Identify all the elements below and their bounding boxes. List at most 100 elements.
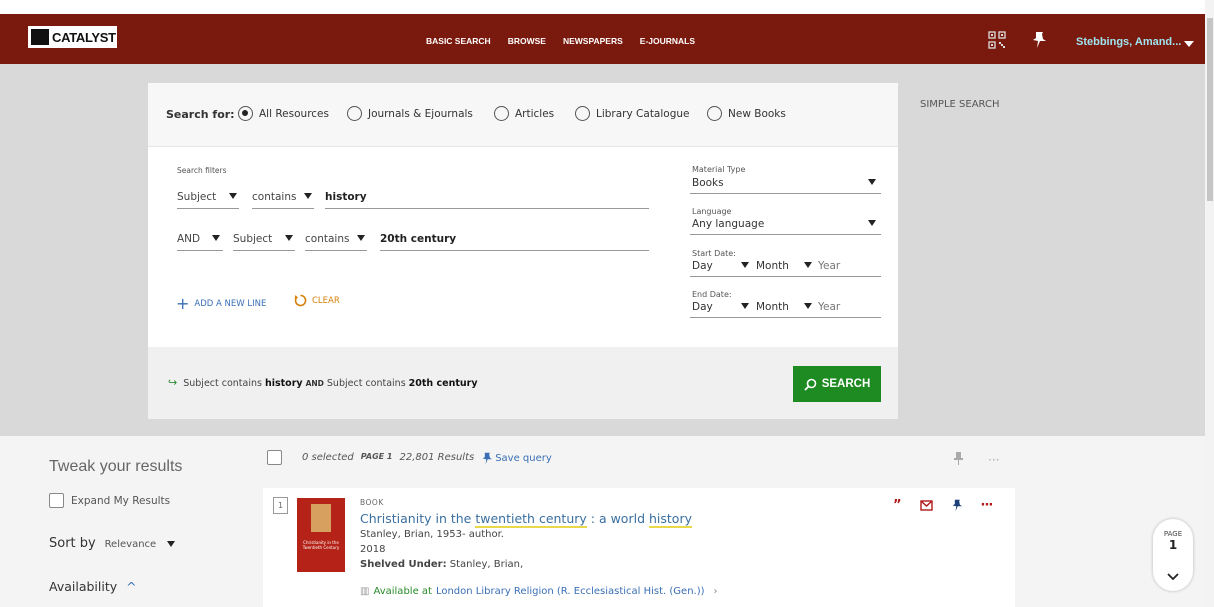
chevron-down-icon[interactable] bbox=[741, 262, 749, 268]
nav-newspapers[interactable]: NEWSPAPERS bbox=[563, 36, 623, 46]
result-item[interactable]: 1 Christianity in the Twentieth Century … bbox=[263, 488, 1015, 607]
line1-field-underline bbox=[177, 208, 239, 209]
chevron-down-icon[interactable] bbox=[868, 220, 876, 226]
availability-facet[interactable]: Availability ^ bbox=[49, 579, 137, 594]
add-new-line-button[interactable]: + ADD A NEW LINE bbox=[176, 296, 266, 312]
scope-articles[interactable]: Articles bbox=[494, 106, 554, 121]
scroll-down-button[interactable] bbox=[1153, 562, 1193, 592]
end-year-input[interactable]: Year bbox=[818, 301, 840, 313]
radio-icon bbox=[347, 106, 362, 121]
radio-selected-icon bbox=[238, 106, 253, 121]
start-month-select[interactable]: Month bbox=[756, 260, 789, 272]
result-actions: ” ··· bbox=[893, 498, 994, 513]
page-indicator[interactable]: PAGE 1 bbox=[1153, 519, 1193, 591]
result-title-link[interactable]: Christianity in the twentieth century : … bbox=[360, 511, 692, 528]
chevron-up-icon: ^ bbox=[126, 579, 137, 594]
pin-icon[interactable] bbox=[1031, 31, 1047, 49]
language-select[interactable]: Any language bbox=[692, 218, 764, 230]
nav-browse[interactable]: BROWSE bbox=[508, 36, 546, 46]
email-icon[interactable] bbox=[919, 500, 933, 511]
start-date-label: Start Date: bbox=[692, 249, 736, 258]
reset-icon bbox=[294, 294, 307, 307]
chevron-down-icon[interactable] bbox=[868, 179, 876, 185]
scope-all-resources[interactable]: All Resources bbox=[238, 106, 329, 121]
simple-search-link[interactable]: SIMPLE SEARCH bbox=[920, 99, 999, 110]
line1-op-underline bbox=[252, 208, 314, 209]
user-menu[interactable]: Stebbings, Amand... bbox=[1076, 36, 1181, 48]
logo-text: CATALYST bbox=[52, 29, 116, 45]
more-options-icon[interactable]: ··· bbox=[988, 453, 999, 467]
line2-field-select[interactable]: Subject bbox=[233, 233, 272, 245]
radio-icon bbox=[494, 106, 509, 121]
tweak-results-title: Tweak your results bbox=[49, 458, 183, 475]
chevron-down-icon[interactable] bbox=[212, 235, 220, 241]
chevron-down-icon[interactable] bbox=[304, 193, 312, 199]
start-year-input[interactable]: Year bbox=[818, 260, 840, 272]
sort-by-control[interactable]: Sort by Relevance bbox=[49, 536, 156, 551]
chevron-right-icon: › bbox=[713, 586, 718, 597]
result-number: 1 bbox=[273, 497, 288, 514]
scope-journals[interactable]: Journals & Ejournals bbox=[347, 106, 473, 121]
line2-input-underline bbox=[380, 250, 649, 251]
start-date-underline bbox=[690, 276, 881, 277]
start-day-select[interactable]: Day bbox=[692, 260, 713, 272]
chevron-down-icon bbox=[1167, 573, 1179, 581]
scope-library-catalogue[interactable]: Library Catalogue bbox=[575, 106, 690, 121]
line2-bool-select[interactable]: AND bbox=[177, 233, 200, 245]
search-button[interactable]: SEARCH bbox=[793, 366, 881, 402]
pin-icon[interactable] bbox=[951, 499, 963, 512]
result-shelved: Shelved Under: Stanley, Brian, bbox=[360, 559, 524, 570]
scope-new-books[interactable]: New Books bbox=[707, 106, 786, 121]
clear-button[interactable]: CLEAR bbox=[294, 294, 340, 307]
chevron-down-icon[interactable] bbox=[804, 303, 812, 309]
select-all-checkbox[interactable] bbox=[267, 450, 282, 465]
chevron-down-icon[interactable] bbox=[285, 235, 293, 241]
end-date-underline bbox=[690, 317, 881, 318]
plus-icon: + bbox=[176, 294, 190, 313]
end-month-select[interactable]: Month bbox=[756, 301, 789, 313]
result-author: Stanley, Brian, 1953- author. bbox=[360, 529, 504, 540]
scrollbar-thumb[interactable] bbox=[1207, 18, 1213, 201]
main-nav: BASIC SEARCH BROWSE NEWSPAPERS E-JOURNAL… bbox=[426, 36, 695, 46]
language-underline bbox=[690, 234, 881, 235]
results-info: 0 selected PAGE 1 22,801 Results Save qu… bbox=[302, 452, 552, 465]
book-icon: ▥ bbox=[360, 586, 370, 597]
material-type-underline bbox=[690, 193, 881, 194]
pin-icon[interactable] bbox=[953, 451, 964, 465]
availability-status[interactable]: ▥ Available at London Library Religion (… bbox=[360, 586, 718, 597]
material-type-label: Material Type bbox=[692, 165, 746, 174]
chevron-down-icon[interactable] bbox=[357, 235, 365, 241]
book-cover-image[interactable]: Christianity in the Twentieth Century bbox=[297, 498, 345, 572]
chevron-down-icon[interactable] bbox=[741, 303, 749, 309]
line1-field-select[interactable]: Subject bbox=[177, 191, 216, 203]
chevron-down-icon[interactable] bbox=[229, 193, 237, 199]
line2-op-select[interactable]: contains bbox=[305, 233, 349, 245]
nav-e-journals[interactable]: E-JOURNALS bbox=[640, 36, 695, 46]
line2-query-input[interactable]: 20th century bbox=[380, 233, 456, 245]
line1-op-select[interactable]: contains bbox=[252, 191, 296, 203]
qr-code-icon[interactable] bbox=[988, 31, 1006, 49]
search-summary-bar: ↪ Subject contains history AND Subject c… bbox=[148, 347, 898, 419]
save-query-button[interactable]: Save query bbox=[481, 452, 552, 465]
chevron-down-icon[interactable] bbox=[167, 541, 175, 547]
line2-op-underline bbox=[305, 250, 367, 251]
chevron-down-icon[interactable] bbox=[804, 262, 812, 268]
app-header: CATALYST BASIC SEARCH BROWSE NEWSPAPERS … bbox=[0, 14, 1214, 64]
cite-icon[interactable]: ” bbox=[893, 498, 902, 513]
result-type: BOOK bbox=[360, 498, 384, 507]
expand-results-label[interactable]: Expand My Results bbox=[71, 495, 170, 507]
line2-field-underline bbox=[233, 250, 295, 251]
end-day-select[interactable]: Day bbox=[692, 301, 713, 313]
caret-down-icon[interactable] bbox=[1184, 41, 1194, 47]
nav-basic-search[interactable]: BASIC SEARCH bbox=[426, 36, 491, 46]
search-for-label: Search for: bbox=[166, 108, 235, 121]
catalyst-logo[interactable]: CATALYST bbox=[28, 26, 117, 48]
language-label: Language bbox=[692, 207, 732, 216]
logo-mark-icon bbox=[31, 29, 49, 45]
line1-query-input[interactable]: history bbox=[325, 191, 367, 203]
query-summary: ↪ Subject contains history AND Subject c… bbox=[168, 376, 478, 389]
material-type-select[interactable]: Books bbox=[692, 177, 724, 189]
expand-results-checkbox[interactable] bbox=[49, 493, 64, 508]
result-year: 2018 bbox=[360, 544, 386, 555]
more-options-icon[interactable]: ··· bbox=[981, 498, 994, 513]
